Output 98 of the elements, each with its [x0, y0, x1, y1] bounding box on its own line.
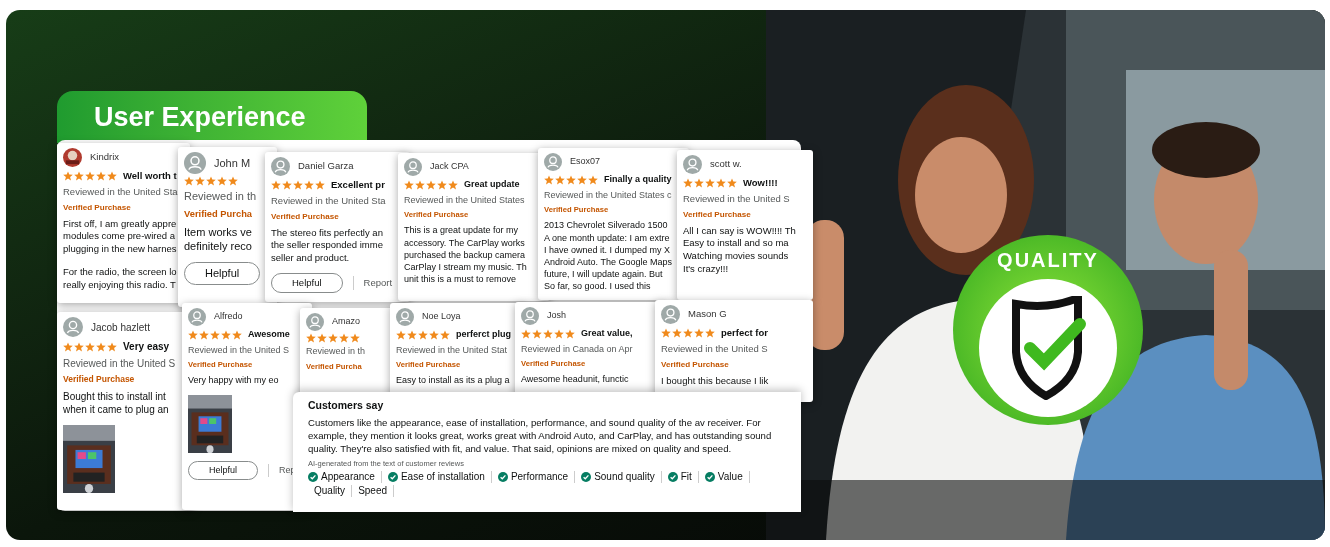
helpful-button[interactable]: Helpful [188, 460, 258, 481]
reviewer-name: Jack CPA [430, 160, 469, 174]
review-text: future, I will update again. But [544, 268, 663, 281]
review-text: It's crazy!!! [683, 263, 729, 276]
review-text: modules come pre-wired a [63, 230, 175, 244]
review-text: seller and product. [271, 252, 350, 266]
review-title: Great value, [581, 327, 633, 340]
reviewer-name: Jacob hazlett [91, 320, 150, 335]
review-text: The stereo fits perfectly an [271, 226, 383, 240]
review-text: I bought this because I lik [661, 374, 769, 388]
review-text: Easy to install and so ma [683, 237, 789, 251]
review-text: Very happy with my eo [188, 374, 279, 387]
user-avatar-icon [188, 308, 206, 326]
reviewer-name: Alfredo [214, 310, 243, 324]
review-text: when it came to plug an [63, 403, 169, 417]
reviewer-name: Noe Loya [422, 310, 461, 324]
review-title: Finally a quality [604, 173, 672, 186]
review-title: Wow!!!! [743, 176, 778, 190]
review-text: Android Auto. The Google Maps [544, 255, 672, 269]
user-avatar-icon [683, 155, 702, 174]
verified-purchase-label: Verified Purchase [63, 373, 135, 386]
badge-label: QUALITY [997, 248, 1099, 273]
review-text: Watching movies sounds [683, 250, 789, 264]
review-text: All I can say is WOW!!!! Th [683, 224, 796, 238]
reviewer-name: Daniel Garza [298, 159, 354, 174]
reviewer-name: Esox07 [570, 155, 601, 169]
reviewer-name: John M [214, 155, 251, 171]
summary-text: Customers like the appearance, ease of installation, performance, and sound quality of the av receiver. For example, they mention it looks great, works great with Android Auto, and CarPlay, and has outstanding sound quality. They're also satisfied with fit, and value. That said, opinions are mixed on quality and speed. [308, 416, 773, 456]
panel-title: Customers say [308, 398, 385, 413]
reviewer-name: Amazo [332, 315, 360, 329]
aspect-tag[interactable]: Sound quality [575, 470, 662, 483]
user-avatar-icon [544, 153, 562, 171]
review-title: perfect for [721, 326, 768, 340]
review-title: Well worth t [123, 169, 177, 183]
review-text: 2013 Chevrolet Silverado 1500 [544, 219, 668, 232]
user-avatar-icon [184, 152, 206, 174]
verified-purchase-label: Verified Purchase [683, 208, 751, 221]
user-avatar-icon [661, 305, 680, 324]
review-text: purchased the backup camera [404, 248, 526, 261]
reviewer-name: Kindrix [90, 150, 120, 165]
aspect-tag[interactable]: Appearance [308, 470, 382, 483]
review-location: Reviewed in the United States [404, 193, 525, 207]
review-text: Easy to install as its a plug a [396, 374, 510, 387]
review-location: Reviewed in the United States c [544, 188, 672, 202]
verified-purchase-label: Verified Purchase [271, 210, 339, 223]
aspect-tag[interactable]: Speed [352, 484, 395, 497]
review-text: So far, so good. I used this [544, 280, 651, 293]
reviewer-name: Mason G [688, 307, 727, 322]
review-title: Excellent pr [331, 178, 385, 192]
review-text: definitely reco [184, 239, 252, 255]
verified-purchase-label: Verified Purchase [63, 201, 131, 214]
review-location: Reviewed in the United S [188, 343, 290, 357]
aspect-tag[interactable]: Value [698, 470, 750, 483]
review-text: Bought this to install int [63, 389, 166, 404]
review-location: Reviewed in the United Sta [271, 194, 386, 209]
aspect-tag[interactable]: Fit [661, 470, 699, 483]
review-text: This is a great update for my [404, 224, 519, 237]
review-title: perferct plug [456, 328, 511, 341]
review-text: Awesome headunit, functic [521, 373, 629, 386]
review-location: Reviewed in th [184, 189, 257, 204]
review-location: Reviewed in the United S [63, 357, 176, 371]
review-text: First off, I am greatly appre [63, 217, 177, 231]
user-avatar-icon [63, 317, 83, 337]
review-text: A one month update: I am extre [544, 231, 670, 244]
verified-purchase-label: Verified Purchase [661, 358, 729, 371]
helpful-button[interactable]: Helpful [271, 273, 343, 294]
review-text: the seller responded imme [271, 239, 383, 253]
review-title: Awesome [248, 328, 290, 341]
review-location: Reviewed in Canada on Apr [521, 342, 633, 356]
review-location: Reviewed in the United Stat [396, 343, 508, 357]
aspect-tag[interactable]: Quality [308, 484, 353, 497]
reviewer-name: Josh [547, 309, 566, 323]
verified-purchase-label: Verified Purcha [184, 207, 253, 221]
review-text: unit this is a must to remove [404, 273, 517, 286]
report-link[interactable]: Report [352, 276, 393, 291]
review-location: Reviewed in th [306, 345, 366, 358]
reviewer-name: scott w. [710, 157, 742, 172]
review-title: Great update [464, 178, 520, 191]
user-avatar-icon [306, 313, 324, 331]
review-title: Very easy [123, 340, 170, 354]
review-text: For the radio, the screen lo [63, 266, 177, 279]
review-location: Reviewed in the United Sta [63, 185, 178, 200]
review-text: Item works ve [184, 224, 252, 240]
section-heading: User Experience [57, 91, 367, 143]
user-avatar-icon [521, 307, 539, 325]
aspect-tag[interactable]: Performance [491, 470, 576, 483]
review-text: accessory. The CarPlay works [404, 236, 525, 249]
user-avatar-icon [271, 157, 290, 176]
aspect-tag[interactable]: Ease of installation [381, 470, 492, 483]
review-text: I have owned it. I dumped my X [544, 243, 671, 256]
helpful-button[interactable]: Helpful [184, 262, 261, 285]
review-text: really enjoying this radio. T [63, 278, 176, 292]
review-text: plugging in the new harnes [63, 243, 177, 257]
user-avatar-icon [404, 158, 422, 176]
review-text: CarPlay I stream my music. Th [404, 260, 527, 274]
review-location: Reviewed in the United S [683, 192, 790, 207]
user-avatar-icon [396, 308, 414, 326]
review-location: Reviewed in the United S [661, 342, 768, 357]
